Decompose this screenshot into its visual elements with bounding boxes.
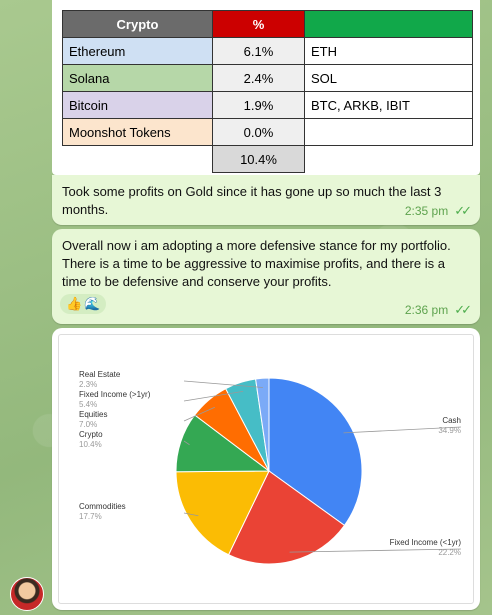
reactions-bar[interactable]: 👍 🌊: [60, 294, 107, 314]
row-name: Ethereum: [62, 37, 213, 65]
header-crypto: Crypto: [62, 10, 213, 38]
empty-cell: [305, 146, 473, 173]
table-row: Bitcoin 1.9% BTC, ARKB, IBIT: [62, 91, 473, 119]
slice-label: Fixed Income (>1yr): [79, 390, 151, 399]
chart-image-message[interactable]: Cash 34.9% Fixed Income (<1yr) 22.2% Commodi…: [52, 328, 480, 610]
total-pct: 10.4%: [212, 145, 305, 173]
row-pct: 2.4%: [212, 64, 305, 92]
message-time: 2:35 pm: [404, 204, 449, 218]
slice-label: Crypto: [79, 430, 103, 439]
header-percent: %: [212, 10, 305, 38]
slice-label: Equities: [79, 410, 107, 419]
table-total-row: 10.4%: [63, 145, 473, 173]
row-name: Solana: [62, 64, 213, 92]
wave-icon[interactable]: 🌊: [84, 296, 100, 312]
message-meta: 2:36 pm ✓✓: [404, 302, 472, 318]
slice-value-label: 2.3%: [79, 380, 97, 389]
slice-label: Real Estate: [79, 370, 121, 379]
row-ticker: SOL: [304, 64, 473, 92]
allocation-pie-chart: Cash34.9% Fixed Income (<1yr)22.2% Commodi…: [79, 370, 462, 565]
slice-value-label: 17.7%: [79, 512, 102, 521]
slice-value-label: 22.2%: [438, 548, 461, 557]
row-name: Moonshot Tokens: [62, 118, 213, 146]
message-text: Overall now i am adopting a more defensi…: [62, 238, 451, 289]
slice-label: Cash: [442, 416, 461, 425]
message-time: 2:36 pm: [404, 303, 449, 317]
table-row: Moonshot Tokens 0.0%: [62, 118, 473, 146]
slice-value-label: 34.9%: [438, 426, 461, 435]
row-pct: 6.1%: [212, 37, 305, 65]
message-bubble[interactable]: Overall now i am adopting a more defensi…: [52, 229, 480, 324]
message-text: Took some profits on Gold since it has g…: [62, 184, 442, 217]
row-pct: 0.0%: [212, 118, 305, 146]
header-ticker: [304, 10, 473, 38]
empty-cell: [63, 146, 213, 173]
row-ticker: BTC, ARKB, IBIT: [304, 91, 473, 119]
crypto-table-image[interactable]: Crypto % Ethereum 6.1% ETH Solana 2.4% S…: [52, 0, 480, 175]
table-row: Ethereum 6.1% ETH: [62, 37, 473, 65]
table-header-row: Crypto %: [62, 10, 473, 38]
crypto-allocation-table: Crypto % Ethereum 6.1% ETH Solana 2.4% S…: [62, 10, 473, 173]
row-pct: 1.9%: [212, 91, 305, 119]
thumbs-up-icon[interactable]: 👍: [66, 296, 82, 312]
slice-value-label: 7.0%: [79, 420, 97, 429]
slice-label: Commodities: [79, 502, 126, 511]
message-bubble[interactable]: Took some profits on Gold since it has g…: [52, 175, 480, 225]
read-checkmarks-icon: ✓✓: [454, 203, 472, 218]
row-ticker: [304, 118, 473, 146]
pie-chart-frame: Cash 34.9% Fixed Income (<1yr) 22.2% Commodi…: [58, 334, 474, 604]
slice-label: Fixed Income (<1yr): [390, 538, 462, 547]
avatar[interactable]: [10, 577, 44, 611]
message-meta: 2:35 pm ✓✓: [404, 203, 472, 219]
row-ticker: ETH: [304, 37, 473, 65]
row-name: Bitcoin: [62, 91, 213, 119]
slice-value-label: 10.4%: [79, 440, 102, 449]
read-checkmarks-icon: ✓✓: [454, 302, 472, 317]
table-row: Solana 2.4% SOL: [62, 64, 473, 92]
slice-value-label: 5.4%: [79, 400, 97, 409]
